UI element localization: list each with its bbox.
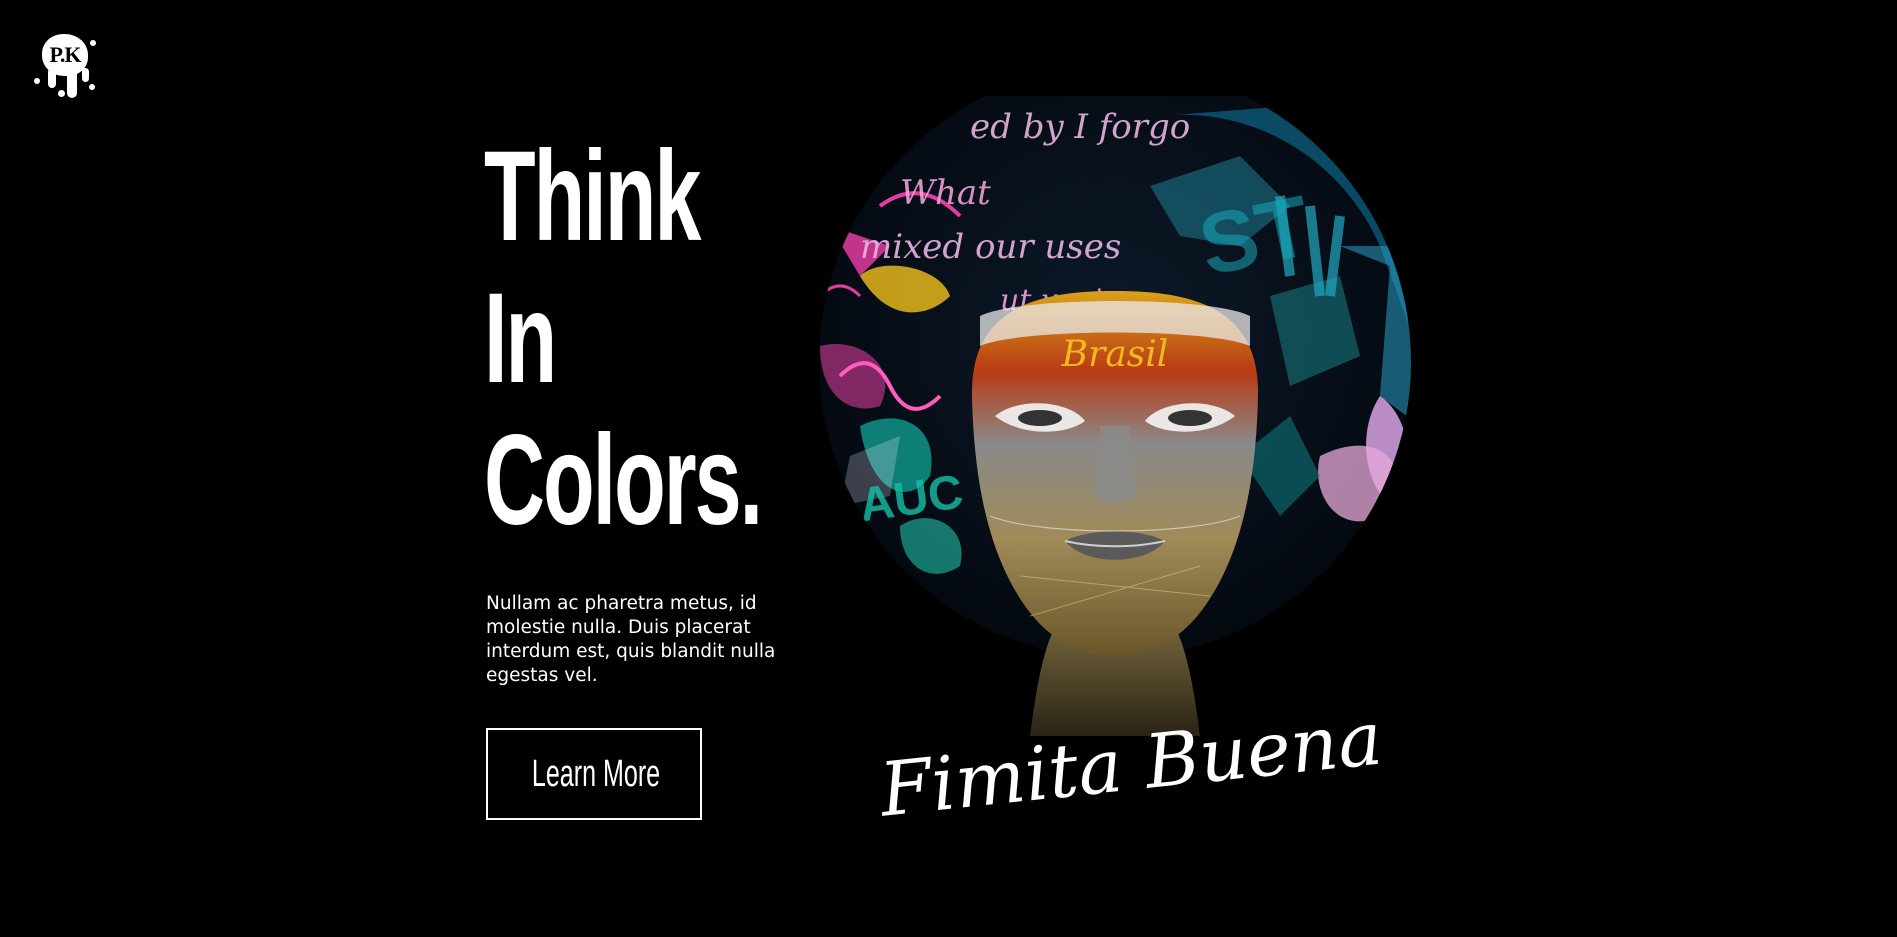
logo-splatter — [34, 78, 40, 84]
graffiti-line-1: ed by I forgo — [970, 107, 1190, 147]
hero-artwork: ed by I forgo What mixed our uses ut you… — [820, 96, 1420, 836]
graffiti-line-3: mixed our uses — [860, 227, 1121, 267]
hero-description: Nullam ac pharetra metus, id molestie nu… — [486, 593, 776, 686]
logo-splatter — [58, 90, 65, 97]
learn-more-button[interactable]: Learn More — [486, 728, 702, 820]
brand-logo[interactable]: P.K — [32, 30, 98, 100]
learn-more-label: Learn More — [531, 753, 661, 795]
headline-line-2: In — [484, 267, 557, 410]
artwork-illustration: ed by I forgo What mixed our uses ut you… — [820, 96, 1411, 834]
logo-drip — [82, 68, 89, 82]
graffiti-line-2: What — [900, 173, 991, 213]
headline-line-1: Think — [484, 125, 701, 268]
logo-splatter — [90, 40, 96, 46]
logo-text: P.K — [49, 42, 81, 67]
headline-line-3: Colors. — [484, 409, 763, 552]
logo-drip — [67, 68, 77, 98]
face-graffiti: Brasil — [1061, 334, 1169, 375]
hero-headline: Think In Colors. — [484, 125, 763, 552]
logo-splatter — [89, 84, 95, 90]
portrait-face: Brasil — [971, 291, 1259, 736]
logo-drip — [48, 68, 56, 88]
